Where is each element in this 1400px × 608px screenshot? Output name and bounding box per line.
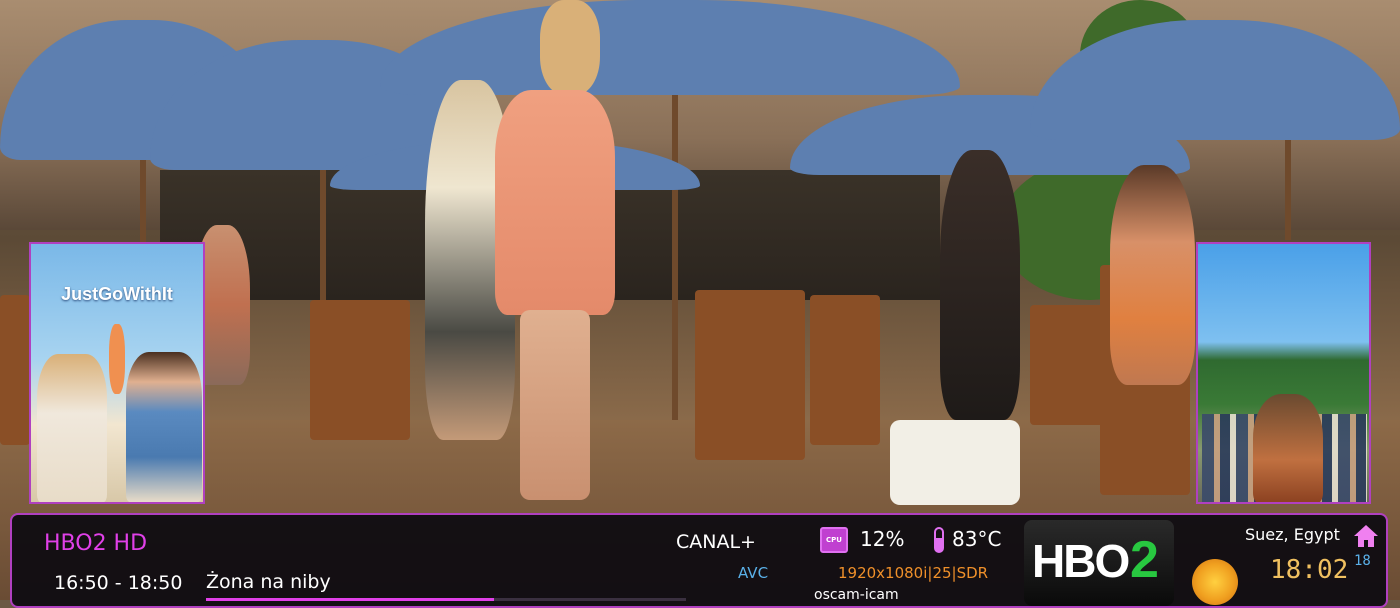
umbrella-pole — [672, 40, 678, 420]
cpu-usage: 12% — [860, 527, 905, 551]
thermometer-icon — [934, 527, 944, 553]
poster-current: JustGoWithIt — [29, 242, 205, 504]
provider-name: CANAL+ — [676, 531, 756, 553]
woman-legs — [520, 310, 590, 500]
poster-figure — [109, 324, 125, 394]
poster-next — [1196, 242, 1371, 504]
channel-logo-hbo: HBO — [1032, 535, 1130, 587]
info-bar: HBO2 HD 16:50 - 18:50 Żona na niby CANAL… — [10, 513, 1388, 608]
program-time-range: 16:50 - 18:50 — [54, 572, 183, 594]
video-codec: AVC — [738, 564, 769, 582]
person — [940, 150, 1020, 420]
video-resolution: 1920x1080i|25|SDR — [838, 564, 989, 582]
video-frame — [0, 0, 1400, 600]
woman-hair — [540, 0, 600, 95]
cam-name: oscam-icam — [814, 587, 899, 603]
woman-dress — [495, 90, 615, 315]
poster-rider — [1253, 394, 1323, 502]
cpu-temperature: 83°C — [952, 527, 1002, 551]
program-title: Żona na niby — [206, 571, 331, 593]
chair — [0, 295, 30, 445]
channel-name: HBO2 HD — [44, 531, 148, 556]
weather-location: Suez, Egypt — [1245, 525, 1340, 544]
chair — [1030, 305, 1110, 425]
channel-logo: HBO 2 — [1024, 520, 1174, 606]
chair — [310, 300, 410, 440]
chair — [810, 295, 880, 445]
chair — [695, 290, 805, 460]
poster-figure — [126, 352, 202, 502]
cpu-icon: CPU — [820, 527, 848, 553]
poster-title: JustGoWithIt — [61, 284, 173, 304]
person — [1110, 165, 1195, 385]
clock-seconds: 18 — [1354, 553, 1371, 569]
clock-time: 18:02 — [1270, 555, 1349, 585]
channel-logo-number: 2 — [1130, 531, 1159, 589]
poster-figure — [37, 354, 107, 502]
bag — [890, 420, 1020, 505]
home-icon — [1354, 525, 1378, 547]
sun-icon — [1192, 559, 1238, 605]
